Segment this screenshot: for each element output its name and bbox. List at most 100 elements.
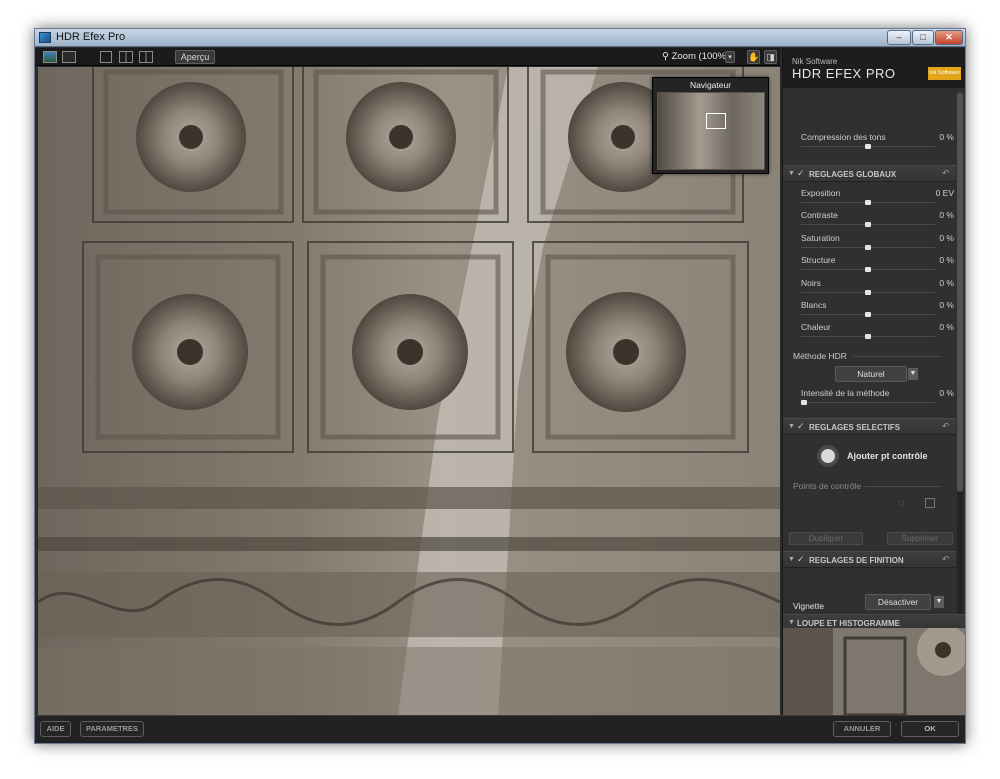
- section-title: REGLAGES SELECTIFS: [809, 423, 901, 432]
- slider-value: 0 %: [939, 322, 954, 333]
- dropdown-value: Désactiver: [877, 597, 919, 607]
- slider-label: Blancs: [801, 300, 827, 310]
- slider-blancs[interactable]: Blancs 0 %: [783, 300, 956, 322]
- slider-knob[interactable]: [865, 200, 871, 205]
- cancel-button[interactable]: ANNULER: [833, 721, 891, 737]
- enable-checkmark-icon[interactable]: ✓: [797, 421, 805, 432]
- reset-icon[interactable]: ↶: [942, 554, 950, 565]
- delete-button[interactable]: Supprimer: [887, 532, 953, 545]
- app-icon: [39, 32, 51, 43]
- window-title: HDR Efex Pro: [56, 31, 126, 43]
- vignette-dropdown[interactable]: Désactiver ▼: [865, 594, 944, 610]
- slider-label: Saturation: [801, 232, 840, 243]
- slider-structure[interactable]: Structure 0 %: [783, 255, 956, 277]
- bottom-bar: AIDE PARAMETRES ANNULER OK: [35, 715, 965, 743]
- add-control-point-icon[interactable]: [817, 445, 839, 467]
- scrollbar-thumb[interactable]: [957, 92, 963, 492]
- full-view-icon[interactable]: [100, 51, 112, 63]
- enable-checkmark-icon[interactable]: ✓: [797, 554, 805, 565]
- slider-value: 0 %: [939, 388, 954, 398]
- chevron-down-icon[interactable]: ▼: [934, 596, 944, 608]
- slider-value: 0 %: [939, 132, 954, 142]
- chevron-down-icon[interactable]: ▼: [908, 368, 918, 380]
- section-title: REGLAGES GLOBAUX: [809, 170, 897, 179]
- slider-saturation[interactable]: Saturation 0 %: [783, 233, 956, 255]
- collapse-arrow-icon[interactable]: ▼: [788, 170, 795, 177]
- section-title: REGLAGES DE FINITION: [809, 556, 904, 565]
- toolbar: Aperçu ⚲ Zoom (100%) ▾ ✋ ◨: [35, 48, 780, 66]
- reset-icon[interactable]: ↶: [942, 168, 950, 179]
- show-mask-icon[interactable]: [925, 498, 935, 508]
- help-button[interactable]: AIDE: [40, 721, 71, 737]
- section-selective-settings[interactable]: ▼ ✓ REGLAGES SELECTIFS ↶: [783, 418, 956, 435]
- split-view-icon[interactable]: [119, 51, 133, 63]
- slider-value: 0 %: [939, 300, 954, 310]
- preview-button[interactable]: Aperçu: [175, 50, 215, 64]
- settings-button[interactable]: PARAMETRES: [80, 721, 144, 737]
- collapse-arrow-icon[interactable]: ▼: [788, 619, 795, 626]
- side-by-side-icon[interactable]: [139, 51, 153, 63]
- slider-label: Compression des tons: [801, 132, 886, 142]
- divider: [865, 486, 941, 487]
- slider-knob[interactable]: [865, 267, 871, 273]
- reset-icon[interactable]: ↶: [942, 421, 950, 432]
- slider-noirs[interactable]: Noirs 0 %: [783, 278, 956, 300]
- navigator-viewport-box[interactable]: [706, 113, 726, 129]
- vignette-label: Vignette: [793, 601, 825, 611]
- slider-knob[interactable]: [865, 312, 871, 317]
- navigator-thumbnail[interactable]: [657, 92, 765, 170]
- slider-knob[interactable]: [865, 334, 871, 340]
- section-global-settings[interactable]: ▼ ✓ REGLAGES GLOBAUX ↶: [783, 165, 956, 182]
- collapse-arrow-icon[interactable]: ▼: [788, 423, 795, 430]
- nik-logo: nik Software: [928, 67, 961, 80]
- hand-tool-icon[interactable]: ✋: [747, 50, 760, 64]
- loupe-image: [783, 628, 965, 715]
- slider-label: Contraste: [801, 210, 838, 221]
- slider-track[interactable]: [801, 402, 935, 403]
- single-view-icon[interactable]: [43, 51, 57, 63]
- slider-exposition[interactable]: Exposition 0 EV: [783, 188, 956, 210]
- add-control-point-button[interactable]: Ajouter pt contrôle: [847, 451, 928, 461]
- zoom-dropdown-icon[interactable]: ▾: [725, 51, 735, 63]
- enable-checkmark-icon[interactable]: ✓: [797, 168, 805, 179]
- control-points-label: Points de contrôle: [793, 481, 862, 491]
- dropdown-value: Naturel: [857, 369, 885, 379]
- slider-knob[interactable]: [865, 244, 871, 250]
- divider: [853, 356, 941, 357]
- hdr-method-label: Méthode HDR: [793, 351, 847, 361]
- panel-header: Nik Software HDR EFEX PRO nik Software: [783, 48, 965, 88]
- loupe-preview: [783, 628, 965, 715]
- ok-button[interactable]: OK: [901, 721, 959, 737]
- magnifier-icon: ⚲: [662, 51, 669, 62]
- app-window: HDR Efex Pro – □ ✕ Aperçu ⚲ Zoom (100%) …: [34, 28, 966, 744]
- navigator-panel: Navigateur: [652, 77, 769, 174]
- panel-scrollbar[interactable]: [957, 92, 963, 702]
- slider-value: 0 %: [939, 232, 954, 243]
- close-button[interactable]: ✕: [935, 30, 963, 45]
- show-points-icon[interactable]: ◌: [898, 497, 905, 509]
- section-finishing-settings[interactable]: ▼ ✓ REGLAGES DE FINITION ↶: [783, 551, 956, 568]
- slider-knob[interactable]: [865, 289, 871, 295]
- tone-compression-slider[interactable]: Compression des tons 0 %: [783, 132, 956, 154]
- slider-contraste[interactable]: Contraste 0 %: [783, 210, 956, 232]
- hdr-method-dropdown[interactable]: Naturel ▼: [835, 366, 918, 382]
- panel-toggle-icon[interactable]: ◨: [764, 50, 777, 64]
- slider-knob[interactable]: [865, 144, 871, 149]
- duplicate-button[interactable]: Dupliquer: [789, 532, 863, 545]
- slider-label: Intensité de la méthode: [801, 388, 890, 398]
- method-intensity-slider[interactable]: Intensité de la méthode 0 %: [783, 388, 956, 410]
- slider-chaleur[interactable]: Chaleur 0 %: [783, 322, 956, 344]
- slider-label: Chaleur: [801, 322, 831, 333]
- slider-value: 0 EV: [935, 188, 954, 198]
- minimize-button[interactable]: –: [887, 30, 911, 45]
- collapse-arrow-icon[interactable]: ▼: [788, 556, 795, 563]
- slider-value: 0 %: [939, 277, 954, 288]
- zoom-control[interactable]: ⚲ Zoom (100%): [662, 51, 729, 62]
- slider-knob[interactable]: [800, 400, 807, 405]
- section-title: LOUPE ET HISTOGRAMME: [797, 619, 900, 628]
- maximize-button[interactable]: □: [912, 30, 934, 45]
- browse-view-icon[interactable]: [62, 51, 76, 63]
- slider-knob[interactable]: [865, 222, 871, 228]
- slider-value: 0 %: [939, 255, 954, 266]
- settings-panel: Nik Software HDR EFEX PRO nik Software C…: [782, 48, 965, 715]
